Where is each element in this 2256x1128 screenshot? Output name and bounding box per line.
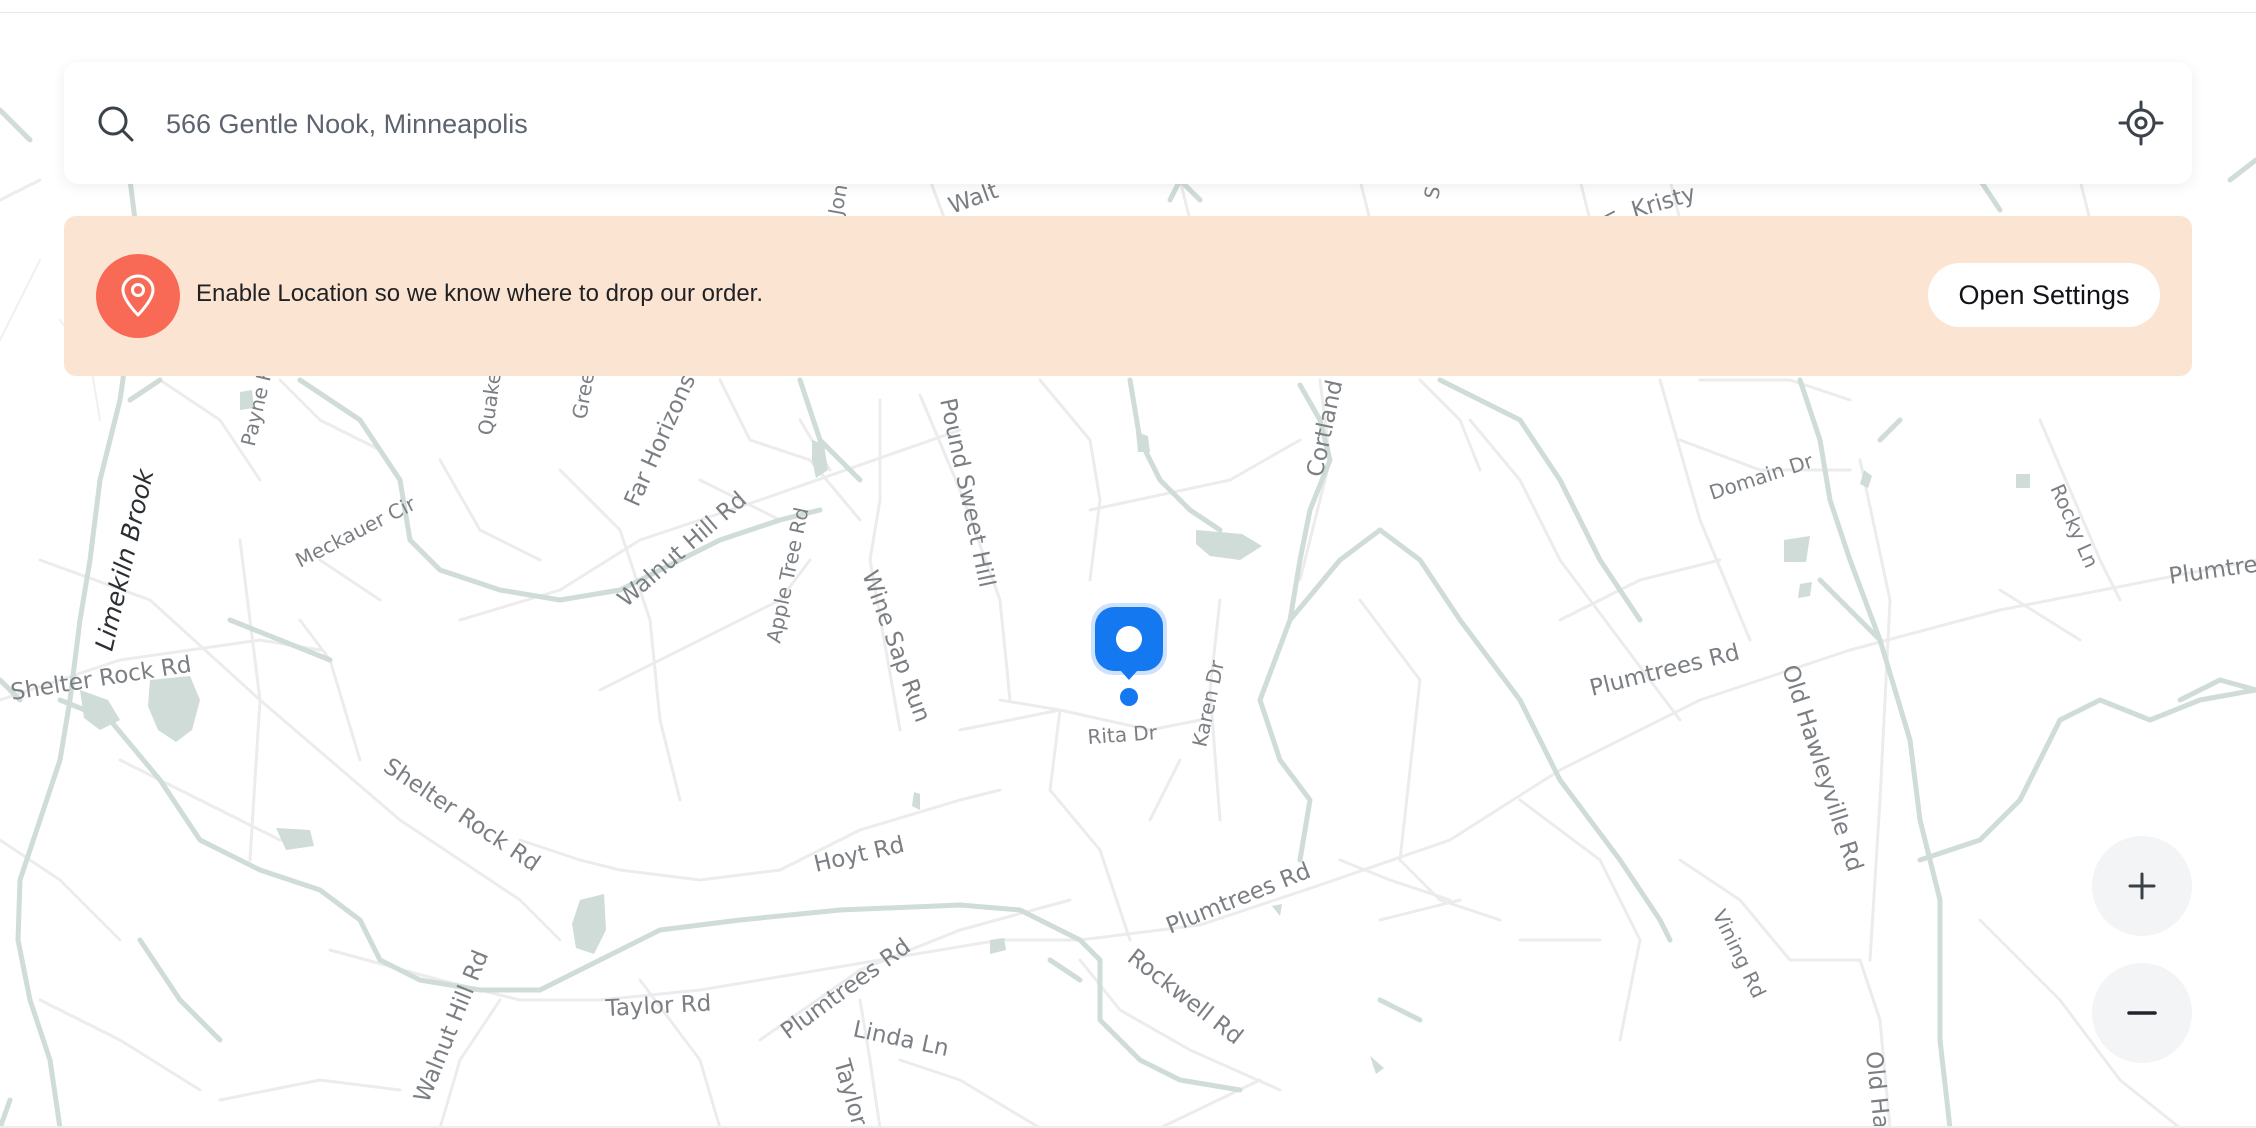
street-label: Plumtrees Rd — [1163, 858, 1315, 940]
street-label: S — [1419, 184, 1445, 201]
search-input[interactable] — [166, 96, 2066, 152]
street-label: Hoyt Rd — [812, 832, 907, 878]
street-label: Rocky Ln — [2045, 480, 2103, 571]
zoom-in-button[interactable] — [2092, 836, 2192, 936]
street-label: Vining Rd — [1708, 906, 1771, 1002]
street-label: Karen Dr — [1187, 657, 1229, 749]
open-settings-button[interactable]: Open Settings — [1928, 263, 2160, 327]
street-label: Gree — [567, 370, 599, 421]
street-label: Far Horizons — [620, 370, 701, 510]
street-label: Plumtrees — [2167, 548, 2256, 590]
map-screen: Limekiln Brook Shelter Rock Rd Shelter R… — [0, 0, 2256, 1128]
map-pin-icon — [121, 274, 155, 317]
location-dot — [1120, 688, 1138, 706]
street-label: Rita Dr — [1087, 720, 1159, 749]
street-label: Walt — [945, 178, 1002, 220]
street-label: Old Hawleyville Rd — [1776, 662, 1867, 875]
street-label: Taylor Rd — [604, 990, 712, 1022]
banner-message: Enable Location so we know where to drop… — [196, 280, 764, 307]
street-label: Pound Sweet Hill — [934, 396, 999, 590]
plus-icon — [2128, 872, 2156, 900]
search-icon[interactable] — [96, 104, 136, 144]
street-label: Meckauer Cir — [291, 491, 420, 572]
pin-badge — [96, 254, 180, 338]
street-label: Shelter Rock Rd — [379, 753, 545, 877]
street-label: Taylor — [828, 1056, 872, 1128]
street-label: Linda Ln — [851, 1016, 951, 1062]
street-label: Rockwell Rd — [1122, 944, 1247, 1050]
street-label: Quake — [473, 370, 506, 437]
crosshair-icon[interactable] — [2118, 100, 2164, 146]
minus-icon — [2127, 1011, 2157, 1015]
location-marker-icon[interactable] — [1090, 602, 1168, 698]
zoom-out-button[interactable] — [2092, 963, 2192, 1063]
street-label: Old Haw — [1860, 1050, 1896, 1128]
